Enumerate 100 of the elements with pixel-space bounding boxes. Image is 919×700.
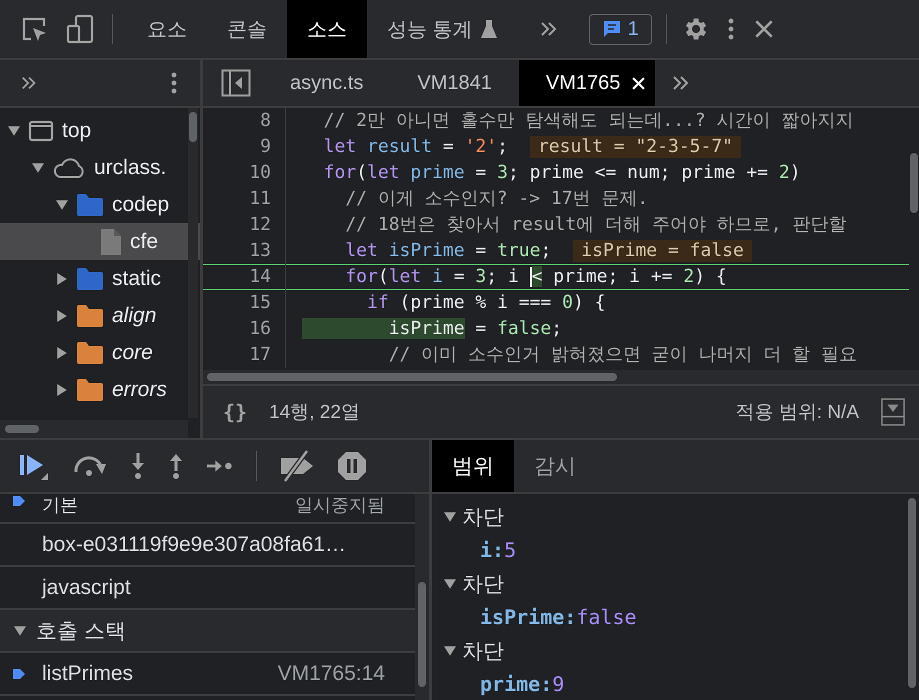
more-options-icon[interactable] xyxy=(726,17,735,41)
window-frame-icon xyxy=(28,120,54,142)
tree-label: core xyxy=(112,340,153,364)
tree-item[interactable]: errors xyxy=(0,371,200,408)
code-text: for(let i = 3; i < prime; i += 2) { xyxy=(344,266,727,288)
panel-tab[interactable]: 콘솔 xyxy=(207,0,287,58)
cloud-icon xyxy=(52,156,86,178)
section-title: 호출 스택 xyxy=(36,618,126,644)
more-tabs-icon[interactable] xyxy=(20,74,38,92)
code-text: let result = '2'; xyxy=(322,136,508,158)
message-icon xyxy=(602,19,622,39)
expand-triangle-icon[interactable] xyxy=(56,384,68,396)
thread-name: box-e031119f9e9e307a08fa61… xyxy=(42,532,347,556)
panel-tab[interactable]: 소스 xyxy=(287,0,367,58)
panel-tab[interactable]: 요소 xyxy=(127,0,207,58)
tree-label: codep xyxy=(112,192,170,216)
tree-item[interactable]: align xyxy=(0,297,200,334)
scope-title: 차단 xyxy=(462,572,504,598)
issues-button[interactable]: 1 xyxy=(588,14,652,44)
file-tab[interactable]: async.ts xyxy=(263,60,390,106)
inline-value: isPrime = false xyxy=(573,240,752,262)
line-number: 13 xyxy=(203,238,286,264)
scrollbar-thumb[interactable] xyxy=(910,153,918,213)
code-text: // 이게 소수인지? -> 17번 문제. xyxy=(344,188,648,210)
file-tab[interactable]: VM1841 xyxy=(390,60,519,106)
scrollbar-thumb[interactable] xyxy=(5,425,39,433)
line-number: 15 xyxy=(203,290,286,316)
section-header[interactable]: 호출 스택 xyxy=(0,610,415,653)
tree-item[interactable]: core xyxy=(0,334,200,371)
scrollbar-thumb[interactable] xyxy=(207,373,617,381)
expand-triangle-icon[interactable] xyxy=(8,124,20,136)
code-text: let isPrime = true; xyxy=(344,240,552,262)
line-number: 16 xyxy=(203,316,286,342)
expand-triangle-icon[interactable] xyxy=(32,162,44,174)
sidebar-tab[interactable]: 범위 xyxy=(432,440,514,492)
expand-triangle-icon[interactable] xyxy=(14,624,26,636)
expand-triangle-icon[interactable] xyxy=(56,346,68,358)
coverage-icon[interactable] xyxy=(881,398,905,426)
step-over-icon[interactable] xyxy=(72,454,108,478)
expand-triangle-icon[interactable] xyxy=(56,272,68,284)
scope-header[interactable]: 차단 xyxy=(432,567,905,600)
expand-triangle-icon[interactable] xyxy=(444,578,456,590)
scrollbar-thumb[interactable] xyxy=(908,498,916,688)
step-icon[interactable] xyxy=(206,458,234,474)
sidebar-tab[interactable]: 감시 xyxy=(514,440,596,492)
code-text: if (prime % i === 0) { xyxy=(366,292,606,314)
expand-triangle-icon[interactable] xyxy=(444,510,456,522)
scope-header[interactable]: 차단 xyxy=(432,500,905,533)
scope-header[interactable]: 차단 xyxy=(432,634,905,667)
code-text: for(let prime = 3; prime <= num; prime += 2) xyxy=(322,162,801,184)
more-options-icon[interactable] xyxy=(170,71,178,95)
close-icon[interactable] xyxy=(632,76,646,90)
panel-tab[interactable]: 성능 통계 xyxy=(367,0,517,58)
code-text: // 18번은 찾아서 result에 더해 주어야 하므로, 판단할 xyxy=(344,214,846,236)
line-number: 12 xyxy=(203,212,286,238)
line-number: 11 xyxy=(203,186,286,212)
inspect-element-icon[interactable] xyxy=(20,15,48,43)
sidebar-toggle-icon[interactable] xyxy=(221,69,251,97)
scope-variable: prime:9 xyxy=(479,671,566,698)
file-tab[interactable]: VM1765 xyxy=(518,60,656,106)
tree-item[interactable]: codep xyxy=(0,186,200,223)
coverage-status: 적용 범위: N/A xyxy=(735,401,859,425)
scope-variable: isPrime:false xyxy=(479,604,638,631)
line-number: 10 xyxy=(203,160,286,186)
tree-item[interactable]: top xyxy=(0,112,200,149)
step-into-icon[interactable] xyxy=(130,452,146,480)
scrollbar-thumb[interactable] xyxy=(418,582,426,687)
thread-status: 일시중지됨 xyxy=(295,494,385,516)
expand-triangle-icon[interactable] xyxy=(56,198,68,210)
thread-item[interactable]: box-e031119f9e9e307a08fa61… xyxy=(0,524,415,567)
device-toggle-icon[interactable] xyxy=(66,14,94,44)
thread-name: 기본 xyxy=(42,494,79,516)
tree-label: cfe xyxy=(130,230,158,254)
code-text: // 2만 아니면 홀수만 탐색해도 되는데...? 시간이 짧아지지 xyxy=(322,110,854,132)
pause-on-exceptions-icon[interactable] xyxy=(337,451,367,481)
scrollbar-thumb[interactable] xyxy=(189,112,197,142)
scope-variable: i:5 xyxy=(479,537,518,564)
expand-triangle-icon[interactable] xyxy=(56,310,68,322)
deactivate-breakpoints-icon[interactable] xyxy=(279,450,315,482)
line-number: 14 xyxy=(203,264,286,290)
tree-item[interactable]: urclass. xyxy=(0,149,200,186)
tree-item[interactable]: cfe xyxy=(0,223,200,260)
thread-name: javascript xyxy=(42,576,132,600)
code-text: // 이미 소수인거 밝혀졌으면 굳이 나머지 더 할 필요 xyxy=(388,344,858,366)
call-frame-item[interactable]: listPrimes VM1765:14 xyxy=(0,653,415,696)
line-number: 8 xyxy=(203,108,286,134)
tree-label: top xyxy=(62,118,92,142)
inline-value: result = "2-3-5-7" xyxy=(530,136,742,158)
function-name: listPrimes xyxy=(42,662,134,686)
expand-triangle-icon[interactable] xyxy=(444,644,456,656)
thread-item[interactable]: 기본 일시중지됨 xyxy=(0,494,415,524)
line-number: 17 xyxy=(203,342,286,368)
frame-location: VM1765:14 xyxy=(278,662,385,686)
pretty-print-icon[interactable]: {} xyxy=(223,400,248,424)
tree-label: urclass. xyxy=(94,156,166,180)
scope-title: 차단 xyxy=(462,638,504,664)
file-icon xyxy=(100,228,122,256)
tree-item[interactable]: static xyxy=(0,260,200,297)
step-out-icon[interactable] xyxy=(168,452,184,480)
line-number: 9 xyxy=(203,134,286,160)
